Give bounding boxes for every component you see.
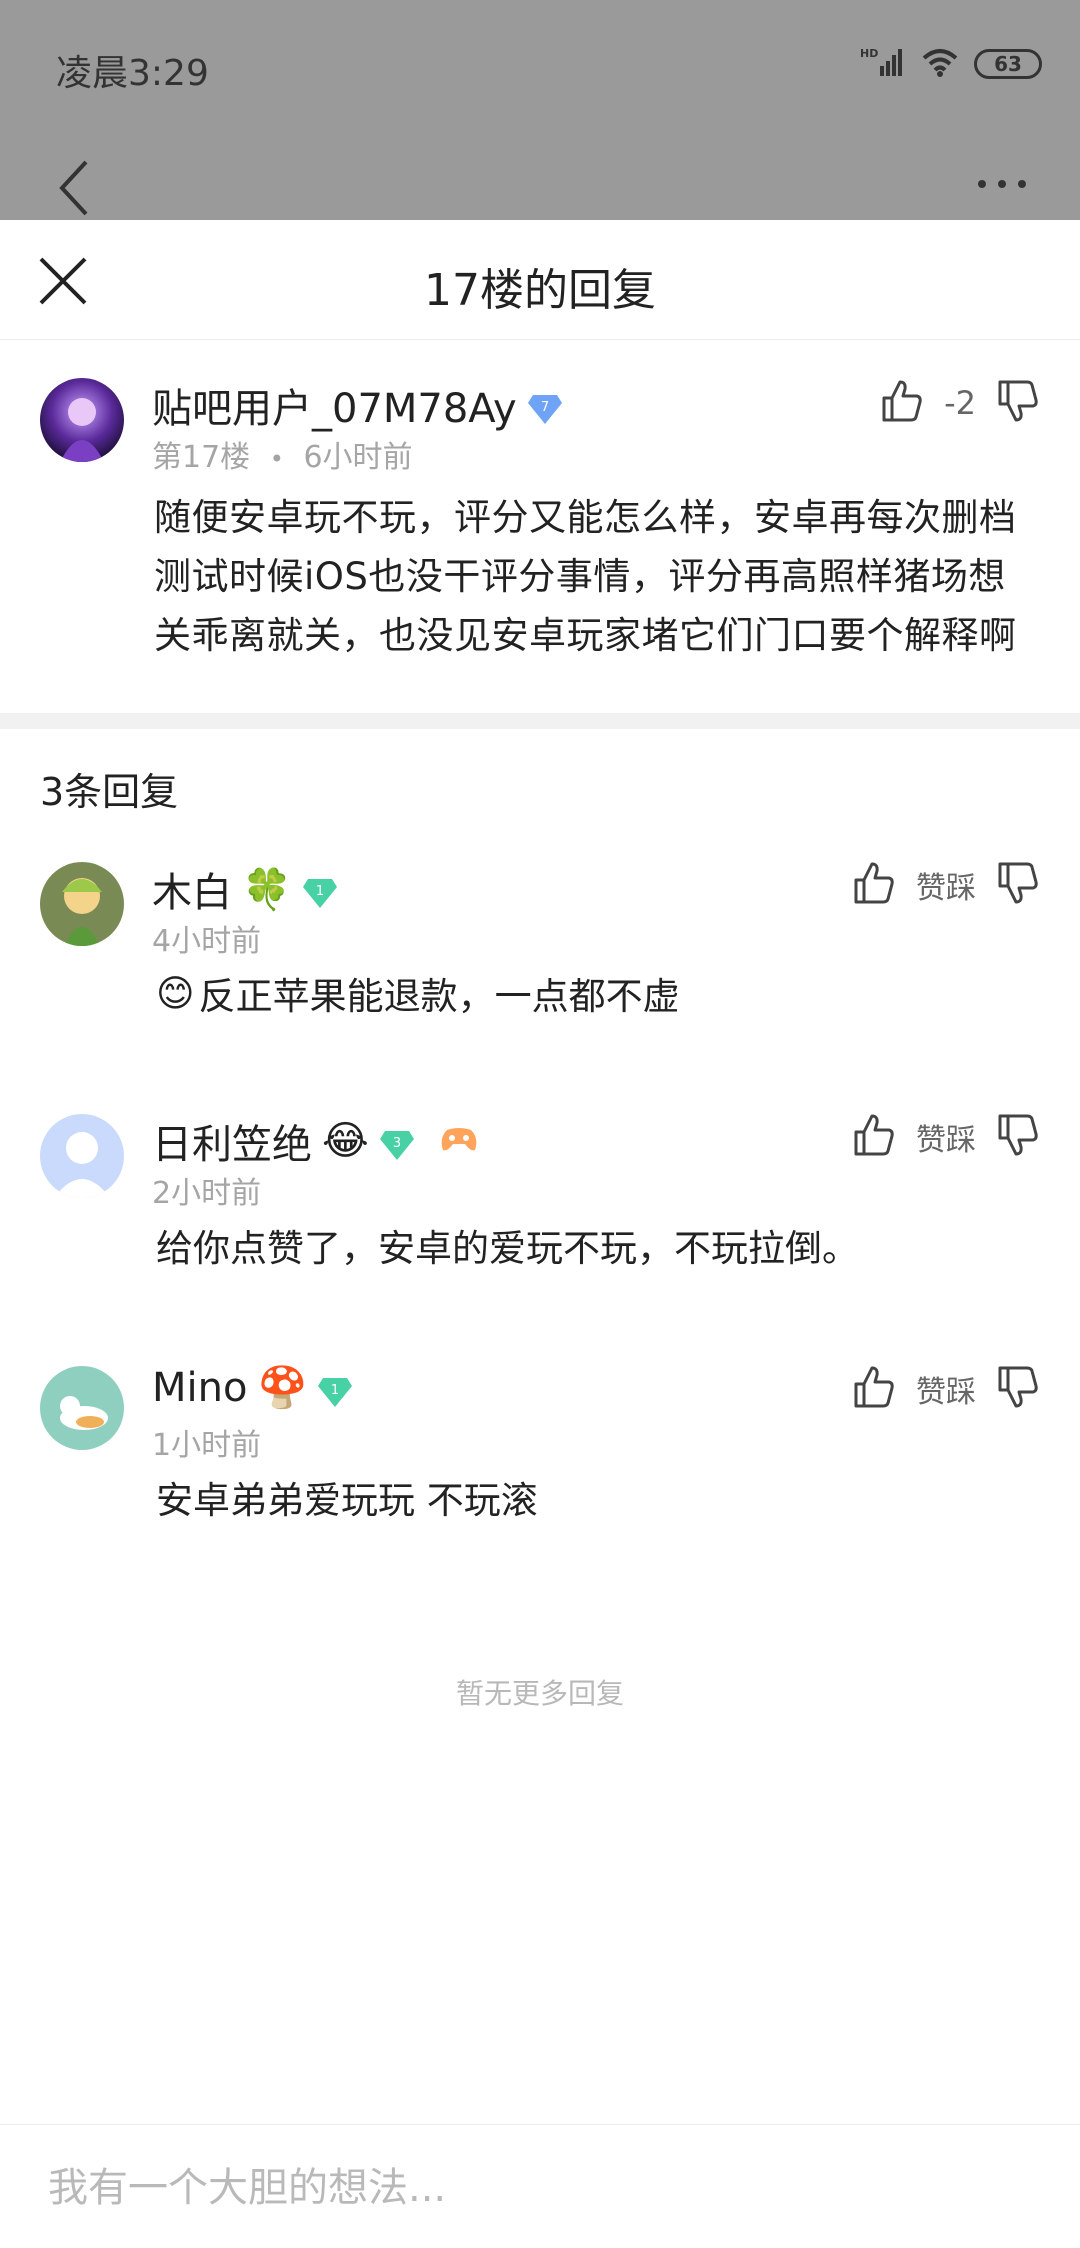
- status-bar: 凌晨3:29 HD 63: [0, 0, 1080, 134]
- battery-icon: 63: [974, 49, 1042, 79]
- comment-input[interactable]: [48, 2165, 948, 2211]
- username-text: 贴吧用户_07M78Ay: [152, 386, 517, 432]
- reply-username[interactable]: 木白 🍀 1: [152, 860, 338, 918]
- level-badge-icon: 1: [302, 873, 338, 908]
- svg-text:1: 1: [331, 1383, 339, 1398]
- avatar[interactable]: [40, 378, 124, 462]
- no-more-replies: 暂无更多回复: [455, 1677, 624, 1710]
- vote-label: 赞踩: [916, 871, 976, 906]
- reply-vote: 赞踩: [854, 1366, 1038, 1412]
- reply-username[interactable]: 日利笠绝 😂 3: [152, 1112, 479, 1170]
- vote-label: 赞踩: [916, 1375, 976, 1410]
- username-emoji: 🍀: [242, 866, 292, 913]
- meta-separator: •: [269, 445, 284, 473]
- sheet-header: 17楼的回复: [0, 220, 1080, 340]
- username-emoji: 🍄: [257, 1365, 308, 1411]
- level-badge-icon: 7: [527, 389, 563, 424]
- reply-time: 1小时前: [152, 1428, 262, 1463]
- comment-bar: [0, 2124, 1080, 2248]
- post-meta: 第17楼 • 6小时前: [152, 432, 413, 476]
- more-icon: [978, 180, 1026, 188]
- username-emoji: 😂: [322, 1118, 369, 1164]
- back-arrow-icon: [58, 160, 88, 220]
- vote-count: -2: [944, 384, 976, 422]
- reply-body: 😊 反正苹果能退款，一点都不虚: [156, 966, 680, 1020]
- thumb-down-icon[interactable]: [998, 1114, 1038, 1160]
- reply-body: 给你点赞了，安卓的爱玩不玩，不玩拉倒。: [156, 1218, 859, 1272]
- status-time: 凌晨3:29: [56, 53, 209, 94]
- level-badge-icon: 3: [379, 1125, 415, 1160]
- floor-label: 第17楼: [152, 440, 251, 475]
- reply-username[interactable]: Mino 🍄 1: [152, 1364, 353, 1411]
- reply-vote: 赞踩: [854, 1114, 1038, 1160]
- avatar[interactable]: [40, 862, 124, 946]
- reply-item: 日利笠绝 😂 3 2小时前 赞踩 给你点赞了，安卓的爱玩不玩，不玩拉倒。: [0, 1078, 1080, 1330]
- svg-text:7: 7: [541, 400, 549, 415]
- svg-text:HD: HD: [860, 47, 878, 60]
- reply-item: 木白 🍀 1 4小时前 赞踩 😊 反正苹果能退款，一点都不虚: [0, 826, 1080, 1078]
- reply-sheet: 17楼的回复 贴吧用户_07M78Ay 7 第17楼 • 6小时前 -2 随便安…: [0, 220, 1080, 2248]
- thumb-down-icon[interactable]: [998, 1366, 1038, 1412]
- post-username[interactable]: 贴吧用户_07M78Ay 7: [152, 376, 563, 434]
- sheet-title: 17楼的回复: [424, 265, 656, 316]
- reply-body: 安卓弟弟爱玩玩 不玩滚: [156, 1470, 538, 1524]
- reply-text: 安卓弟弟爱玩玩 不玩滚: [156, 1479, 538, 1522]
- svg-text:1: 1: [316, 884, 324, 899]
- thumb-down-icon[interactable]: [998, 862, 1038, 908]
- avatar[interactable]: [40, 1366, 124, 1450]
- post-time: 6小时前: [303, 440, 413, 475]
- thumb-up-icon[interactable]: [854, 1114, 894, 1160]
- thumb-up-icon[interactable]: [854, 1366, 894, 1412]
- gamepad-icon: [439, 1118, 479, 1164]
- signal-icon: HD: [860, 46, 906, 82]
- vote-label: 赞踩: [916, 1123, 976, 1158]
- username-text: 日利笠绝: [152, 1122, 312, 1168]
- level-badge-icon: 1: [317, 1372, 353, 1407]
- reply-text: 反正苹果能退款，一点都不虚: [198, 975, 680, 1018]
- username-text: Mino: [152, 1364, 248, 1411]
- replies-heading: 3条回复: [40, 770, 179, 814]
- thumb-down-icon[interactable]: [998, 380, 1038, 426]
- reply-vote: 赞踩: [854, 862, 1038, 908]
- reply-time: 4小时前: [152, 924, 262, 959]
- original-post: 贴吧用户_07M78Ay 7 第17楼 • 6小时前 -2 随便安卓玩不玩，评分…: [0, 340, 1080, 713]
- reply-text: 给你点赞了，安卓的爱玩不玩，不玩拉倒。: [156, 1227, 859, 1270]
- post-vote: -2: [882, 380, 1038, 426]
- reply-item: Mino 🍄 1 1小时前 赞踩 安卓弟弟爱玩玩 不玩滚: [0, 1330, 1080, 1582]
- status-icons: HD 63: [860, 46, 1042, 82]
- username-text: 木白: [152, 870, 232, 916]
- section-divider: [0, 713, 1080, 729]
- wifi-icon: [920, 46, 960, 82]
- thumb-up-icon[interactable]: [854, 862, 894, 908]
- avatar[interactable]: [40, 1114, 124, 1198]
- reply-emoji: 😊: [156, 971, 195, 1015]
- reply-time: 2小时前: [152, 1176, 262, 1211]
- dimmed-background: 凌晨3:29 HD 63: [0, 0, 1080, 220]
- thumb-up-icon[interactable]: [882, 380, 922, 426]
- svg-text:3: 3: [393, 1136, 401, 1151]
